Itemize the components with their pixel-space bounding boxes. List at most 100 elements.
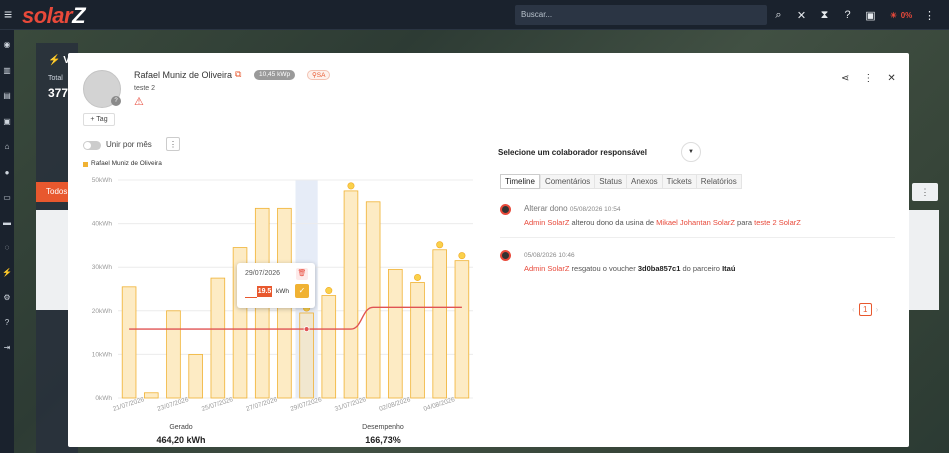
legend-swatch: [83, 162, 88, 167]
bar[interactable]: [432, 249, 447, 399]
whatsapp-icon[interactable]: ◌: [2, 243, 12, 253]
chevron-down-icon: ▼: [688, 149, 694, 155]
timeline-voucher: 3d0ba857c1: [637, 264, 681, 273]
timeline-text: para: [734, 218, 755, 227]
logout-icon[interactable]: ⇥: [2, 343, 12, 353]
timeline-divider: [500, 237, 895, 238]
timeline-body: Admin SolarZ resgatou o voucher 3d0ba857…: [524, 264, 735, 273]
x-tick-label: 31/07/2026: [334, 396, 367, 413]
timeline-actor-link[interactable]: Admin SolarZ: [524, 264, 569, 273]
settings-icon[interactable]: ⚙: [2, 293, 12, 303]
warning-icon: ⚠: [134, 96, 144, 108]
expected-point: [303, 326, 310, 333]
plant-modal: ? Rafael Muniz de Oliveira ⧉ 10,45 kWp ⚲…: [68, 53, 909, 447]
bar[interactable]: [321, 295, 337, 399]
y-tick-label: 50kWh: [92, 177, 113, 184]
user-icon[interactable]: ●: [2, 168, 12, 178]
confirm-icon[interactable]: ✓: [295, 284, 309, 298]
notifications-off-icon[interactable]: ✕: [795, 9, 808, 22]
desempenho-value: 166,73%: [365, 435, 401, 445]
bar[interactable]: [188, 353, 203, 399]
bar[interactable]: [410, 282, 425, 399]
chart-options-button[interactable]: ⋮: [166, 137, 180, 151]
timeline-partner: Itaú: [722, 264, 736, 273]
background-panel-title: ⚡ V: [48, 55, 70, 66]
pagination: ‹ 1 ›: [852, 303, 878, 316]
search-input[interactable]: Buscar...: [515, 5, 767, 25]
bar[interactable]: [166, 310, 181, 399]
id-card-icon[interactable]: ▭: [2, 193, 12, 203]
home-icon[interactable]: ⌂: [2, 142, 12, 152]
merge-by-month-toggle[interactable]: [83, 141, 101, 150]
timeline-actor-link[interactable]: Admin SolarZ: [524, 218, 569, 227]
external-link-icon[interactable]: ⧉: [235, 69, 241, 80]
timeline-title: Alterar dono 05/08/2026 10:54: [524, 204, 620, 213]
sa-badge-text: SA: [316, 72, 326, 79]
bar[interactable]: [299, 312, 314, 399]
tab-attachments[interactable]: Anexos: [625, 174, 662, 189]
add-tag-button[interactable]: + Tag: [83, 113, 115, 126]
bar[interactable]: [121, 286, 137, 399]
tab-reports[interactable]: Relatórios: [695, 174, 742, 189]
background-more-button[interactable]: ⋮: [912, 183, 938, 201]
x-tick-label: 29/07/2026: [290, 396, 323, 413]
current-page-button[interactable]: 1: [858, 303, 872, 316]
app-logo[interactable]: solarZ: [22, 3, 86, 29]
delete-icon[interactable]: 🗑: [296, 268, 308, 280]
prev-page-button[interactable]: ‹: [852, 305, 855, 314]
plug-icon[interactable]: ⚡: [2, 268, 12, 278]
search-icon[interactable]: ⌕: [772, 9, 785, 22]
sun-marker-icon: [458, 252, 466, 260]
desempenho-label: Desempenho: [362, 424, 404, 431]
y-tick-label: 30kWh: [92, 264, 113, 271]
sun-badge[interactable]: ☀ 0%: [887, 11, 913, 20]
bar[interactable]: [365, 201, 381, 399]
x-tick-label: 27/07/2026: [245, 396, 278, 413]
more-vertical-icon[interactable]: ⋮: [863, 73, 873, 84]
camera-icon[interactable]: ▣: [2, 117, 12, 127]
timeline-body: Admin SolarZ alterou dono da usina de Mi…: [524, 218, 801, 227]
tab-timeline[interactable]: Timeline: [500, 174, 540, 189]
gerado-value: 464,20 kWh: [156, 435, 206, 445]
bars-icon[interactable]: ▥: [2, 66, 12, 76]
x-tick-label: 25/07/2026: [201, 396, 234, 413]
sun-marker-icon: [436, 241, 444, 249]
dashboard-icon[interactable]: ◉: [2, 40, 12, 50]
sun-badge-value: 0%: [900, 10, 913, 20]
x-tick-label: 23/07/2026: [156, 396, 189, 413]
tooltip-value-input[interactable]: 19.5: [257, 286, 272, 297]
timeline-from-link[interactable]: Mikael Johantan SolarZ: [656, 218, 735, 227]
merge-by-month-label: Unir por mês: [106, 140, 152, 149]
modal-actions: ⋖ ⋮ ✕: [841, 73, 896, 84]
bar[interactable]: [210, 277, 226, 399]
tab-status[interactable]: Status: [594, 174, 626, 189]
document-icon[interactable]: ▤: [2, 91, 12, 101]
next-page-button[interactable]: ›: [876, 305, 879, 314]
bar[interactable]: [144, 392, 159, 399]
help-sidebar-icon[interactable]: ?: [2, 318, 12, 328]
tooltip-input-line: [245, 297, 257, 298]
clipboard-icon[interactable]: ▣: [864, 9, 877, 22]
bar[interactable]: [454, 260, 470, 399]
menu-icon[interactable]: ≡: [4, 7, 12, 21]
avatar-help-icon[interactable]: ?: [111, 96, 121, 106]
x-tick-label: 02/08/2026: [378, 396, 411, 413]
hourglass-icon[interactable]: ⧗: [818, 9, 831, 22]
bar[interactable]: [388, 268, 403, 399]
share-icon[interactable]: ⋖: [841, 73, 849, 84]
tab-tickets[interactable]: Tickets: [661, 174, 696, 189]
top-icons: ⌕ ✕ ⧗ ? ▣ ☀ 0% ⋮: [772, 6, 936, 24]
timeline-date: 05/08/2026 10:46: [524, 252, 575, 259]
tab-comments[interactable]: Comentários: [539, 174, 595, 189]
y-tick-label: 0kWh: [95, 395, 112, 402]
help-icon[interactable]: ?: [841, 9, 854, 21]
card-icon[interactable]: ▬: [2, 218, 12, 228]
logo-text: solar: [22, 3, 73, 28]
close-icon[interactable]: ✕: [887, 73, 895, 84]
legend-label[interactable]: Rafael Muniz de Oliveira: [91, 160, 162, 167]
bar[interactable]: [343, 190, 359, 399]
more-icon[interactable]: ⋮: [923, 9, 936, 22]
timeline-to-link[interactable]: teste 2 SolarZ: [754, 218, 801, 227]
collaborator-dropdown[interactable]: ▼: [681, 142, 701, 162]
x-tick-label: 21/07/2026: [112, 396, 145, 413]
